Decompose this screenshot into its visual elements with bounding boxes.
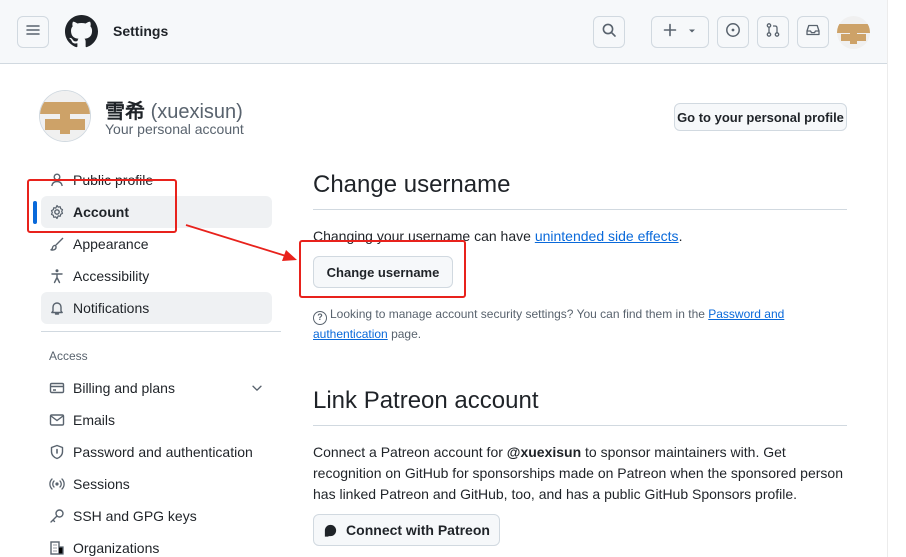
annotation-arrow (185, 224, 297, 261)
